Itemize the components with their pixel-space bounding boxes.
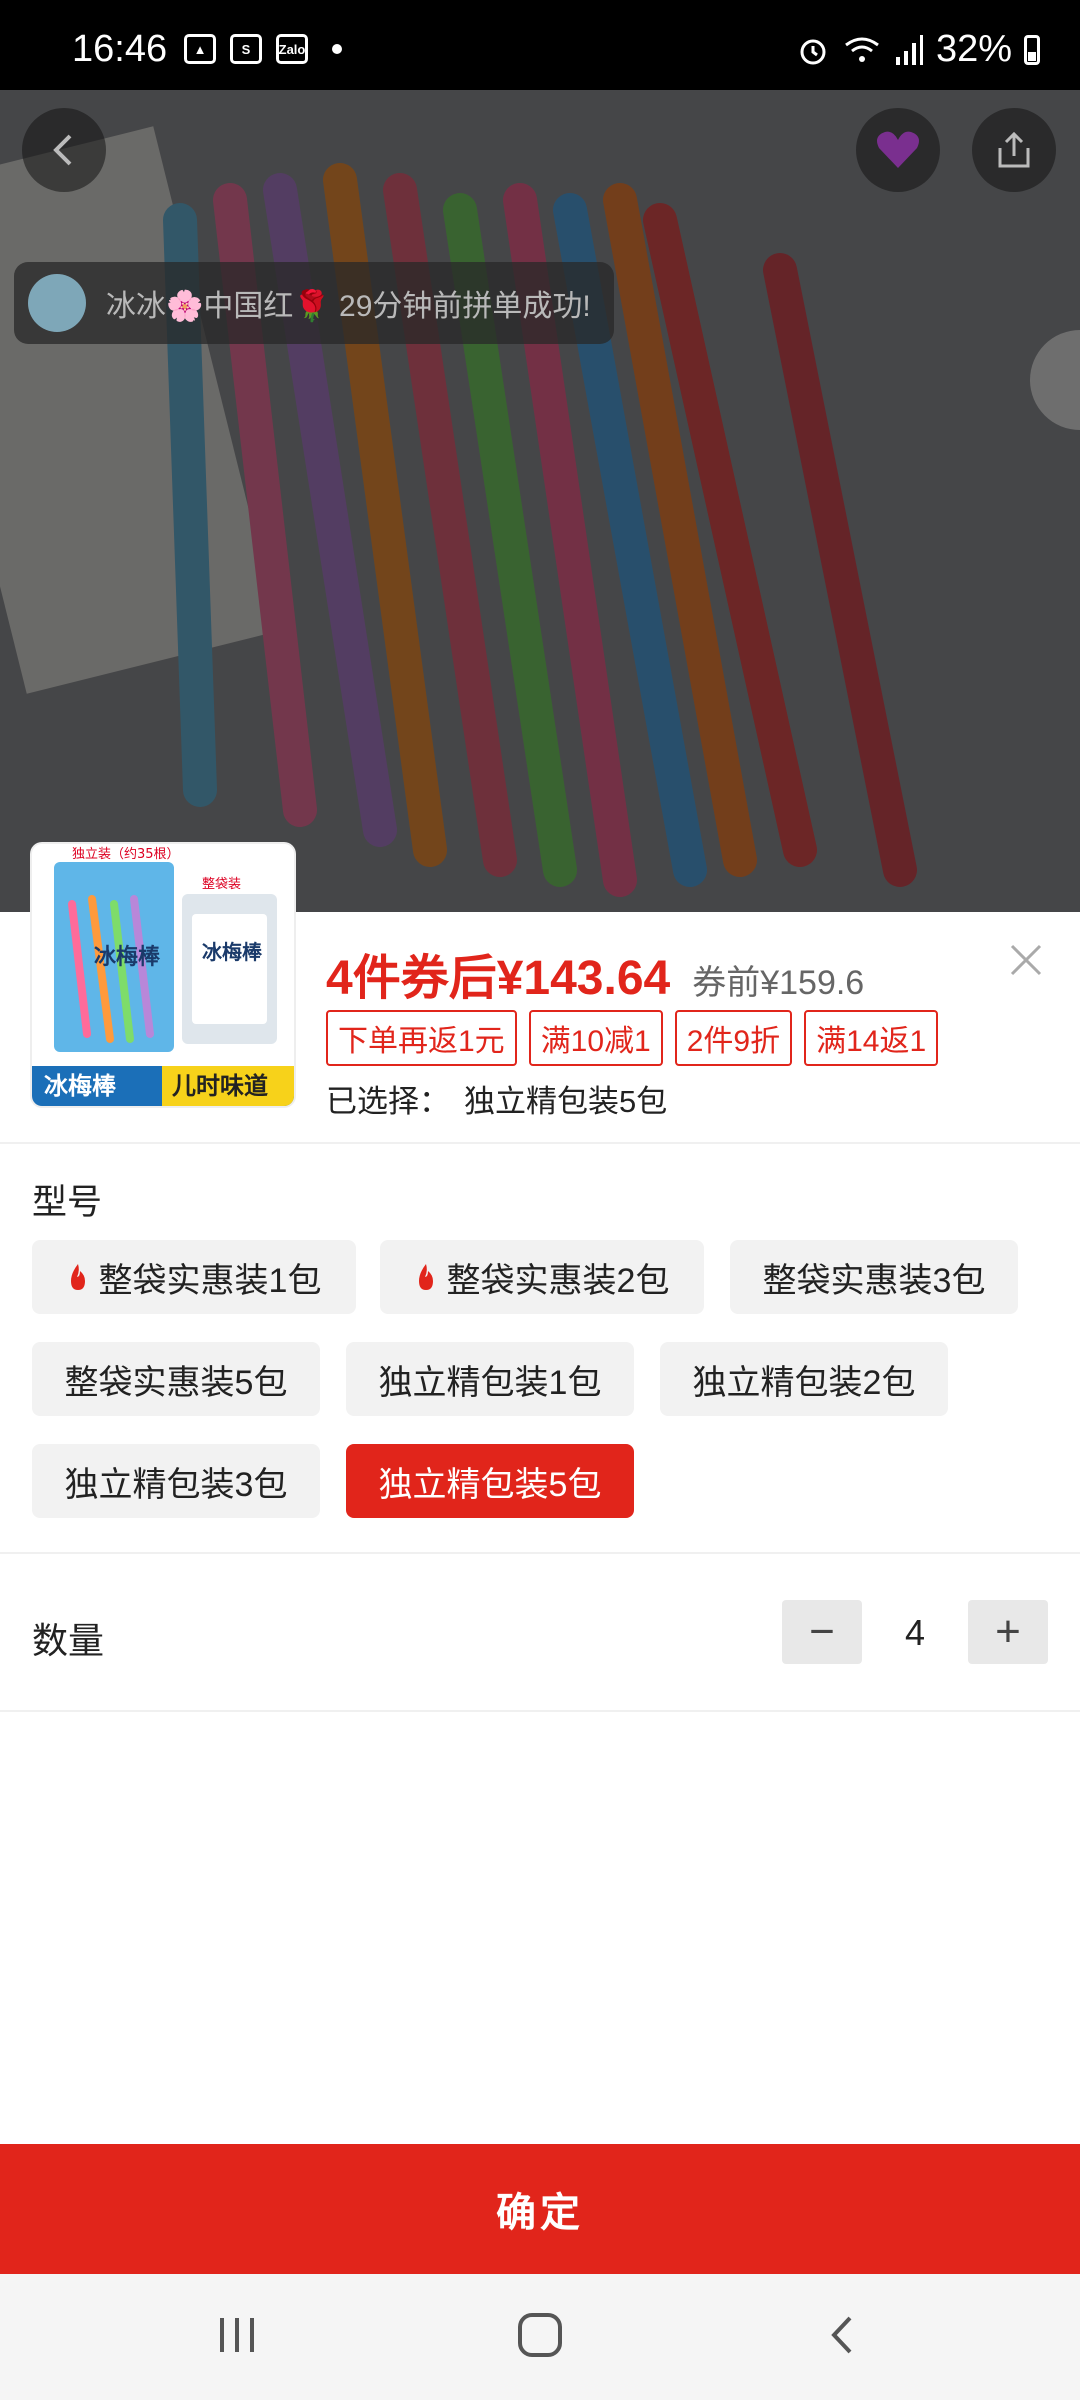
share-icon xyxy=(998,131,1030,168)
option-label: 独立精包装3包 xyxy=(64,1465,288,1504)
alarm-icon xyxy=(800,39,826,64)
promo-tag: 满10减1 xyxy=(528,1010,663,1066)
nav-back-icon[interactable] xyxy=(818,2310,868,2360)
thumb-brand-text: 冰梅棒 xyxy=(44,1072,117,1100)
fire-icon xyxy=(70,1264,85,1290)
share-button[interactable] xyxy=(972,108,1056,192)
option-single-pack-5[interactable]: 独立精包装5包 xyxy=(346,1444,634,1518)
promo-tag: 2件9折 xyxy=(674,1010,793,1066)
status-right: 32% xyxy=(796,28,1040,71)
thumb-bag-text: 冰梅棒 xyxy=(94,944,161,970)
option-whole-bag-2[interactable]: 整袋实惠装2包 xyxy=(380,1240,704,1314)
battery-icon xyxy=(1024,34,1040,65)
thumb-pack-text: 冰梅棒 xyxy=(202,940,263,964)
selected-value: 独立精包装5包 xyxy=(464,1084,668,1119)
thumb-top-right-text: 整袋装 xyxy=(202,877,241,892)
option-single-pack-3[interactable]: 独立精包装3包 xyxy=(32,1444,320,1518)
promo-tag: 满14返1 xyxy=(804,1010,939,1066)
gallery-icon: ▲ xyxy=(184,34,216,64)
option-label: 整袋实惠装1包 xyxy=(98,1261,322,1300)
heart-icon xyxy=(877,131,919,168)
price-row: 4件券后¥143.64 券前¥159.6 xyxy=(326,938,864,1008)
more-notifications-icon xyxy=(332,44,342,54)
fire-icon xyxy=(418,1264,433,1290)
signal-icon xyxy=(895,34,923,65)
quantity-value[interactable]: 4 xyxy=(860,1612,970,1654)
back-button[interactable] xyxy=(22,108,106,192)
sku-selector-sheet: 独立装（约35根） 整袋装 冰梅棒 冰梅棒 冰梅棒 儿时味道 4件券后¥143.… xyxy=(0,844,1080,2400)
divider xyxy=(0,1710,1080,1712)
product-hero-image[interactable]: 冰冰🌸中国红🌹 29分钟前拼单成功! xyxy=(0,90,1080,912)
promo-button[interactable] xyxy=(856,108,940,192)
option-label: 独立精包装1包 xyxy=(378,1363,602,1402)
notification-icons: ▲ S Zalo xyxy=(184,34,342,64)
status-time: 16:46 xyxy=(72,28,168,70)
option-label: 独立精包装5包 xyxy=(378,1465,602,1504)
wifi-icon xyxy=(845,37,879,62)
avatar xyxy=(28,274,86,332)
thumb-top-text: 独立装（约35根） xyxy=(72,847,180,862)
option-whole-bag-5[interactable]: 整袋实惠装5包 xyxy=(32,1342,320,1416)
hero-dim-overlay xyxy=(0,90,1080,912)
close-icon[interactable] xyxy=(1002,936,1050,984)
option-single-pack-1[interactable]: 独立精包装1包 xyxy=(346,1342,634,1416)
quantity-label: 数量 xyxy=(32,1620,105,1661)
promo-tags: 下单再返1元 满10减1 2件9折 满14返1 xyxy=(326,1010,939,1066)
group-buy-toast: 冰冰🌸中国红🌹 29分钟前拼单成功! xyxy=(14,262,614,344)
minus-icon: − xyxy=(809,1607,835,1656)
option-whole-bag-3[interactable]: 整袋实惠装3包 xyxy=(730,1240,1018,1314)
option-label: 整袋实惠装2包 xyxy=(446,1261,670,1300)
selected-summary: 已选择： 独立精包装5包 xyxy=(326,1076,667,1121)
option-label: 整袋实惠装5包 xyxy=(64,1363,288,1402)
promo-tag: 下单再返1元 xyxy=(326,1010,517,1066)
quantity-increase-button[interactable]: + xyxy=(968,1600,1048,1664)
model-section-title: 型号 xyxy=(32,1183,103,1222)
product-thumbnail[interactable]: 独立装（约35根） 整袋装 冰梅棒 冰梅棒 冰梅棒 儿时味道 xyxy=(32,844,294,1106)
system-nav-bar xyxy=(0,2274,1080,2400)
option-single-pack-2[interactable]: 独立精包装2包 xyxy=(660,1342,948,1416)
toast-text: 冰冰🌸中国红🌹 29分钟前拼单成功! xyxy=(106,290,591,323)
confirm-button[interactable]: 确定 xyxy=(0,2144,1080,2274)
coupon-price: 4件券后¥143.64 xyxy=(326,952,671,1005)
zalo-icon: Zalo xyxy=(276,34,308,64)
selected-label: 已选择： xyxy=(326,1084,450,1119)
battery-percent: 32% xyxy=(935,28,1012,70)
option-label: 独立精包装2包 xyxy=(692,1363,916,1402)
divider xyxy=(0,1142,1080,1144)
original-price: 券前¥159.6 xyxy=(692,964,865,1002)
option-label: 整袋实惠装3包 xyxy=(762,1261,986,1300)
divider xyxy=(0,1552,1080,1554)
thumb-slogan-text: 儿时味道 xyxy=(172,1072,268,1100)
product-thumbnail-image: 独立装（约35根） 整袋装 冰梅棒 冰梅棒 冰梅棒 儿时味道 xyxy=(32,844,294,1106)
option-whole-bag-1[interactable]: 整袋实惠装1包 xyxy=(32,1240,356,1314)
shopee-icon: S xyxy=(230,34,262,64)
quantity-decrease-button[interactable]: − xyxy=(782,1600,862,1664)
plus-icon: + xyxy=(995,1607,1021,1656)
home-icon[interactable] xyxy=(515,2310,565,2360)
recent-apps-icon[interactable] xyxy=(212,2310,262,2360)
status-bar: 16:46 ▲ S Zalo 32% xyxy=(0,0,1080,90)
back-icon xyxy=(53,134,72,166)
